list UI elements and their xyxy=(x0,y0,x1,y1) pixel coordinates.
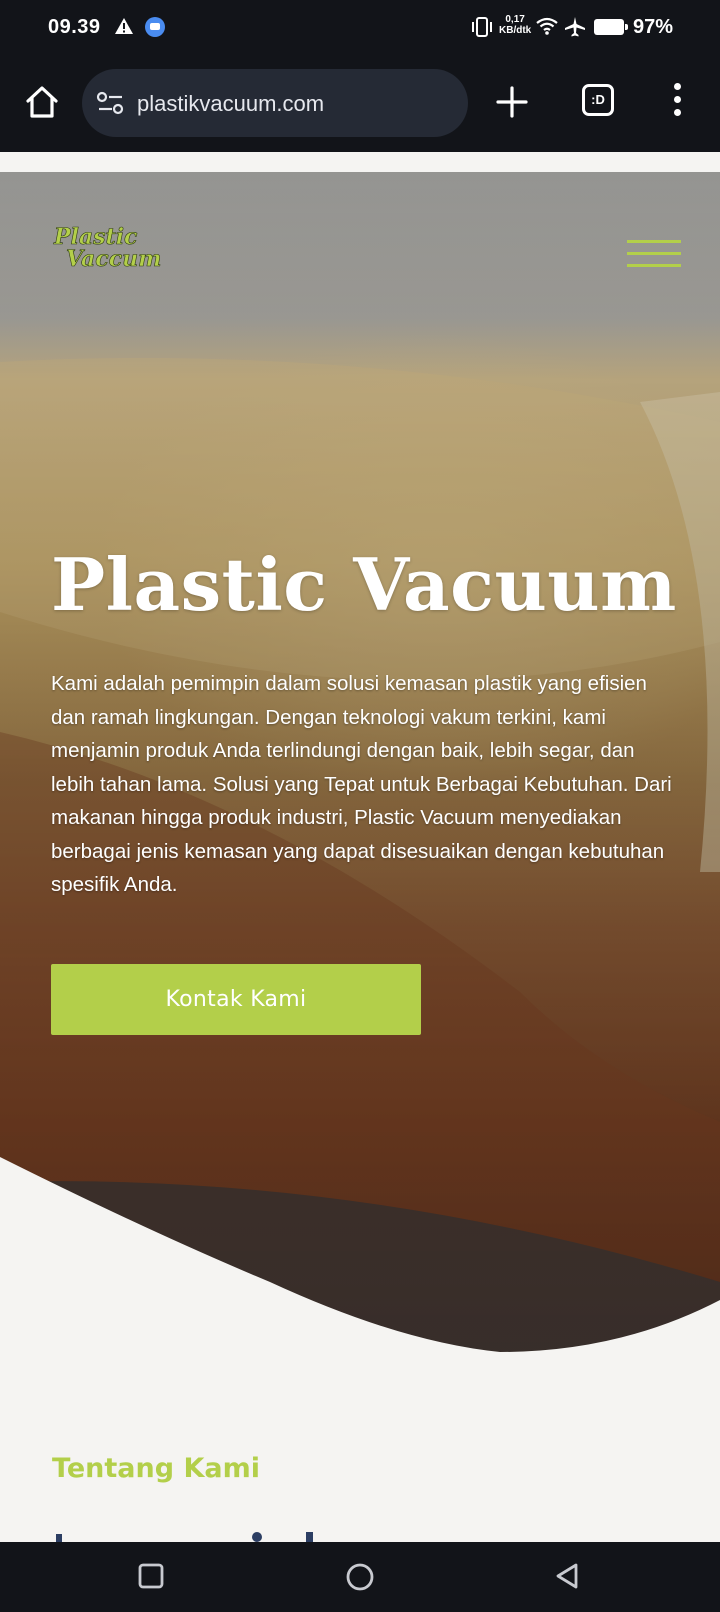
web-page: Plastic Vaccum Plastic Vacuum Kami adala… xyxy=(0,152,720,1542)
new-tab-icon[interactable] xyxy=(492,82,532,122)
airplane-icon xyxy=(565,17,585,37)
nav-home-icon[interactable] xyxy=(344,1561,376,1593)
browser-toolbar: plastikvacuum.com :D xyxy=(0,56,720,152)
network-speed-unit: KB/dtk xyxy=(499,25,532,36)
about-section-label: Tentang Kami xyxy=(52,1453,260,1484)
wifi-icon xyxy=(536,17,558,35)
network-speed: 0,17 KB/dtk xyxy=(499,14,531,36)
home-icon[interactable] xyxy=(22,82,62,122)
hamburger-menu-icon[interactable] xyxy=(627,240,681,270)
status-bar: 09.39 0,17 KB/dtk 97% xyxy=(0,0,720,56)
more-menu-icon[interactable] xyxy=(668,80,686,126)
system-navigation-bar xyxy=(0,1542,720,1612)
site-settings-icon[interactable] xyxy=(96,90,126,116)
site-logo[interactable]: Plastic Vaccum xyxy=(52,224,177,272)
app-notification-icon xyxy=(145,17,165,37)
warning-icon xyxy=(115,18,133,34)
address-bar[interactable]: plastikvacuum.com xyxy=(82,69,468,137)
network-speed-value: 0,17 xyxy=(505,14,525,25)
vibrate-icon xyxy=(472,17,492,37)
url-text[interactable]: plastikvacuum.com xyxy=(137,91,324,117)
contact-us-button[interactable]: Kontak Kami xyxy=(51,964,421,1035)
tab-switcher-icon[interactable]: :D xyxy=(582,84,614,116)
hero-title: Plastic Vacuum xyxy=(51,542,677,627)
about-heading-partial xyxy=(56,1532,313,1542)
battery-icon xyxy=(594,19,628,35)
recent-apps-icon[interactable] xyxy=(136,1561,166,1591)
svg-text:Vaccum: Vaccum xyxy=(66,246,161,272)
battery-percentage: 97% xyxy=(633,16,674,38)
hero-section: Plastic Vaccum Plastic Vacuum Kami adala… xyxy=(0,172,720,1392)
status-time: 09.39 xyxy=(48,16,101,38)
back-icon[interactable] xyxy=(552,1561,582,1591)
hero-description: Kami adalah pemimpin dalam solusi kemasa… xyxy=(51,672,672,896)
